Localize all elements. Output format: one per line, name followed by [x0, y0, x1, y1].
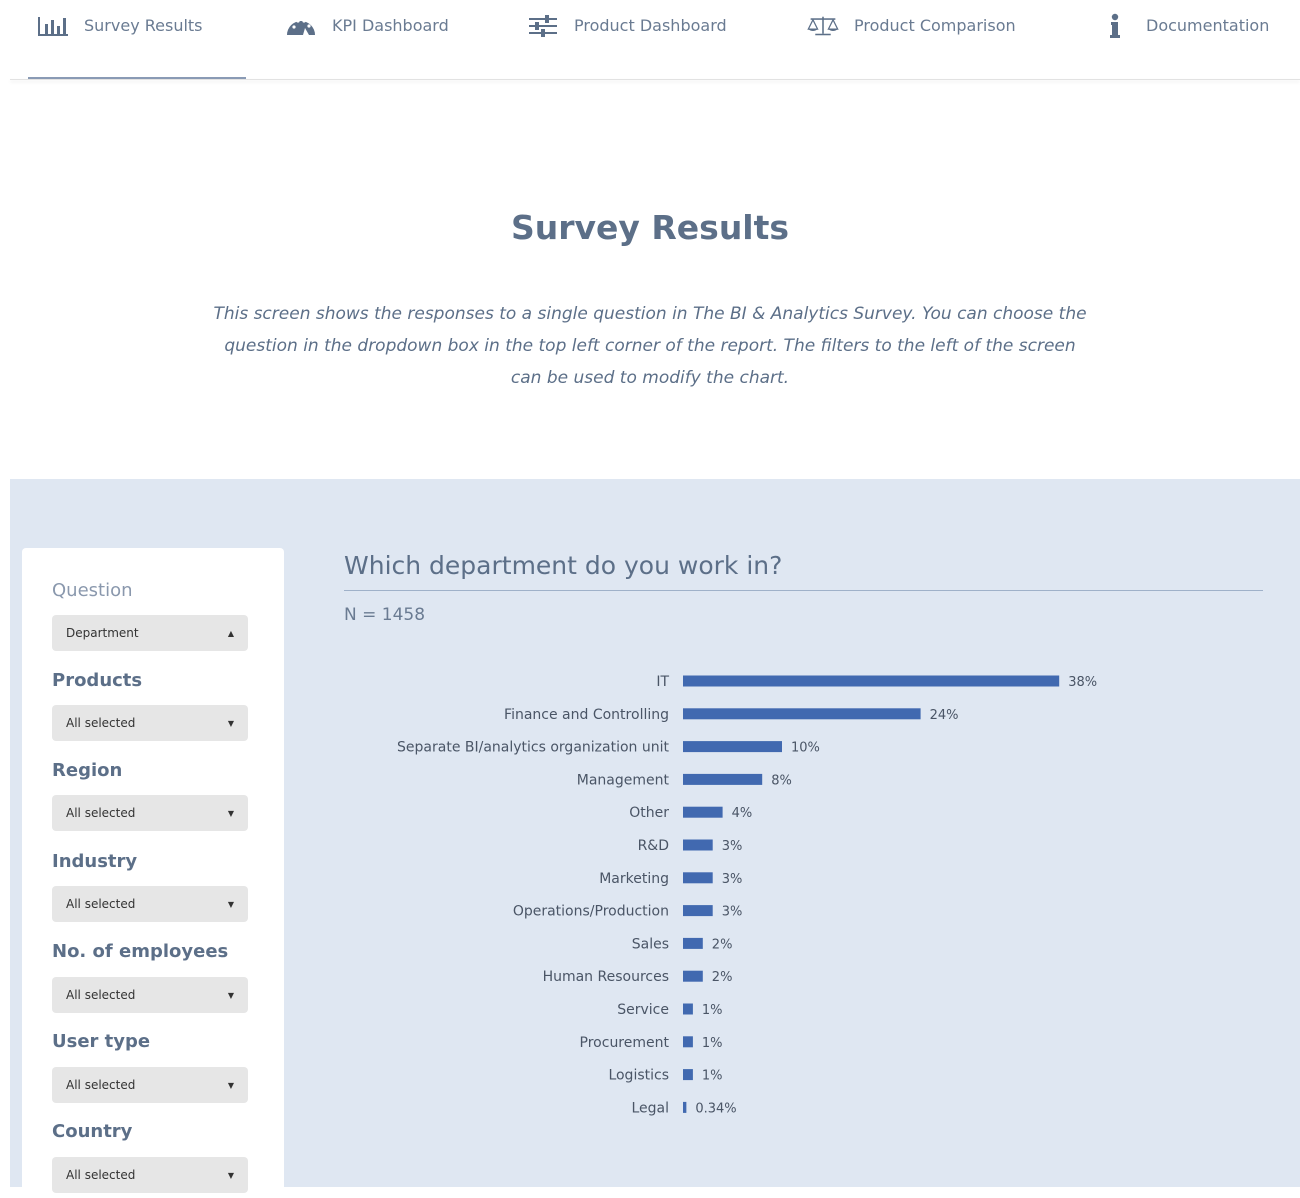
- dropdown-value: All selected: [66, 1168, 136, 1182]
- country-dropdown[interactable]: All selected ▼: [52, 1157, 248, 1193]
- value-label: 2%: [712, 937, 733, 952]
- category-label: Sales: [632, 936, 669, 952]
- category-label: Other: [629, 805, 669, 821]
- page-description: This screen shows the responses to a sin…: [213, 304, 1087, 388]
- top-navigation: Survey Results KPI Dashboard Product Das…: [0, 0, 1300, 82]
- region-dropdown[interactable]: All selected ▼: [52, 795, 248, 831]
- nav-tab-product-comparison[interactable]: Product Comparison: [806, 0, 1016, 80]
- title-divider: [344, 590, 1263, 591]
- category-label: IT: [656, 674, 669, 690]
- value-label: 4%: [732, 806, 753, 821]
- value-label: 10%: [791, 741, 820, 756]
- caret-down-icon: ▼: [227, 990, 234, 1000]
- category-label: Logistics: [608, 1068, 669, 1084]
- question-dropdown[interactable]: Department ▲: [52, 615, 248, 651]
- sliders-icon: [526, 12, 560, 40]
- nav-tab-product-dashboard[interactable]: Product Dashboard: [526, 0, 727, 80]
- category-label: Management: [577, 772, 670, 788]
- bar[interactable]: [683, 1069, 693, 1081]
- value-label: 2%: [712, 970, 733, 985]
- bar[interactable]: [683, 773, 763, 785]
- bar[interactable]: [683, 937, 703, 949]
- category-label: Procurement: [580, 1035, 670, 1051]
- filter-label-country: Country: [52, 1121, 133, 1142]
- info-icon: [1098, 12, 1132, 40]
- bar-chart-icon: [36, 12, 70, 40]
- category-label: Marketing: [599, 871, 669, 887]
- bar[interactable]: [683, 675, 1060, 687]
- caret-down-icon: ▼: [227, 718, 234, 728]
- caret-down-icon: ▼: [227, 1080, 234, 1090]
- nav-tab-label: Product Comparison: [854, 16, 1016, 35]
- page-title: Survey Results: [510, 208, 790, 247]
- filter-label-employees: No. of employees: [52, 941, 229, 962]
- bar[interactable]: [683, 708, 921, 720]
- nav-tab-label: KPI Dashboard: [332, 16, 449, 35]
- dropdown-value: All selected: [66, 716, 136, 730]
- balance-scale-icon: [806, 12, 840, 40]
- category-label: Human Resources: [543, 969, 669, 985]
- industry-dropdown[interactable]: All selected ▼: [52, 886, 248, 922]
- category-label: R&D: [638, 838, 669, 854]
- value-label: 1%: [702, 1003, 723, 1018]
- employees-dropdown[interactable]: All selected ▼: [52, 977, 248, 1013]
- products-dropdown[interactable]: All selected ▼: [52, 705, 248, 741]
- bar[interactable]: [683, 839, 713, 851]
- category-label: Separate BI/analytics organization unit: [397, 740, 669, 756]
- nav-tab-kpi-dashboard[interactable]: KPI Dashboard: [284, 0, 449, 80]
- caret-up-icon: ▲: [227, 628, 234, 638]
- dropdown-value: Department: [66, 626, 139, 640]
- nav-tab-label: Documentation: [1146, 16, 1270, 35]
- filter-label-user-type: User type: [52, 1031, 151, 1052]
- filter-sidebar: Question Department ▲ Products All selec…: [22, 548, 284, 1198]
- filter-label-question: Question: [52, 580, 133, 601]
- nav-tab-label: Product Dashboard: [574, 16, 727, 35]
- nav-tab-documentation[interactable]: Documentation: [1098, 0, 1269, 80]
- dropdown-value: All selected: [66, 1078, 136, 1092]
- report-panel: Question Department ▲ Products All selec…: [10, 479, 1300, 1198]
- dropdown-value: All selected: [66, 806, 136, 820]
- speedometer-icon: [284, 12, 318, 40]
- value-label: 3%: [722, 839, 743, 854]
- user-type-dropdown[interactable]: All selected ▼: [52, 1067, 248, 1103]
- bar[interactable]: [683, 741, 782, 753]
- filter-label-industry: Industry: [52, 851, 138, 872]
- nav-tab-survey-results[interactable]: Survey Results: [28, 0, 246, 80]
- filter-label-products: Products: [52, 670, 143, 691]
- filter-label-region: Region: [52, 760, 123, 781]
- bar[interactable]: [683, 970, 703, 982]
- caret-down-icon: ▼: [227, 1170, 234, 1180]
- nav-tab-label: Survey Results: [84, 16, 203, 35]
- caret-down-icon: ▼: [227, 808, 234, 818]
- department-bar-chart: IT 38% Finance and Controlling 24% Separate …: [397, 674, 1097, 1116]
- sample-size: N = 1458: [344, 605, 426, 625]
- bar[interactable]: [683, 872, 713, 884]
- value-label: 24%: [930, 708, 959, 723]
- bar[interactable]: [683, 905, 713, 917]
- value-label: 38%: [1068, 675, 1097, 690]
- value-label: 3%: [722, 905, 743, 920]
- category-label: Legal: [631, 1100, 669, 1116]
- value-label: 3%: [722, 872, 743, 887]
- bar[interactable]: [683, 806, 723, 818]
- dropdown-value: All selected: [66, 897, 136, 911]
- nav-divider: [10, 79, 1300, 80]
- value-label: 0.34%: [695, 1101, 736, 1116]
- value-label: 1%: [702, 1069, 723, 1084]
- category-label: Finance and Controlling: [504, 707, 669, 723]
- dropdown-value: All selected: [66, 988, 136, 1002]
- value-label: 1%: [702, 1036, 723, 1051]
- category-label: Service: [617, 1002, 669, 1018]
- bar[interactable]: [683, 1036, 693, 1048]
- category-label: Operations/Production: [513, 904, 669, 920]
- bar[interactable]: [683, 1101, 687, 1113]
- value-label: 8%: [771, 773, 792, 788]
- bar[interactable]: [683, 1003, 693, 1015]
- caret-down-icon: ▼: [227, 899, 234, 909]
- chart-title: Which department do you work in?: [344, 551, 783, 580]
